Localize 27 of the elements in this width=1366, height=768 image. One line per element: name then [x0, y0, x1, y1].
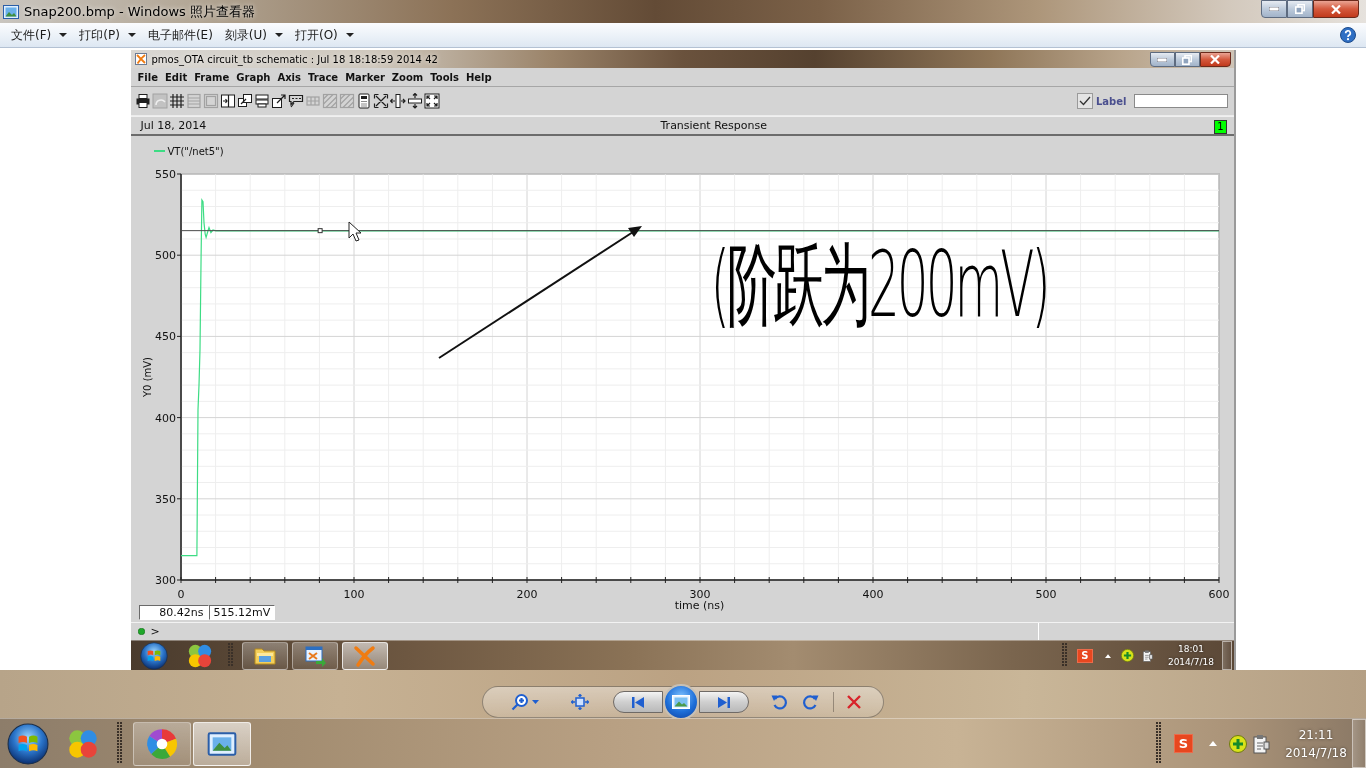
x-axis-label: time (ns) — [674, 600, 725, 612]
y-axis-label: Y0 (mV) — [141, 357, 153, 397]
checkbox-label: Label — [1096, 95, 1127, 107]
tick-label: 450 — [154, 330, 176, 344]
tick-label: 350 — [154, 492, 176, 506]
tick-label: 0 — [177, 588, 184, 600]
clock-time: 18:01 — [1178, 642, 1204, 656]
tick-label: 600 — [1208, 588, 1229, 600]
readout-value: 515.12mV — [208, 605, 275, 620]
tick-label: 500 — [154, 249, 176, 263]
tick-label: 300 — [154, 574, 176, 587]
clock-date: 2014/7/18 — [1285, 744, 1347, 762]
clock-time: 21:11 — [1298, 726, 1334, 744]
tick-label: 100 — [343, 588, 364, 600]
tick-label: 550 — [154, 168, 176, 181]
tick-label: 400 — [862, 588, 883, 600]
tick-label: 200 — [516, 588, 537, 600]
plot-date: Jul 18, 2014 — [140, 119, 208, 132]
window-title: Snap200.bmp - Windows 照片查看器 — [24, 2, 255, 21]
handwritten-note: (阶跃为200mV) — [710, 240, 1048, 330]
chart-title: Transient Response — [660, 119, 767, 132]
readout-time: 80.42ns — [138, 605, 209, 620]
tick-label: 500 — [1035, 588, 1056, 600]
clock-date: 2014/7/18 — [1167, 655, 1215, 669]
tick-label: 400 — [154, 411, 176, 425]
window-title: pmos_OTA circuit_tb schematic : Jul 18 18:18:59 2014 42 — [151, 53, 438, 65]
tick-label: 300 — [689, 588, 710, 600]
